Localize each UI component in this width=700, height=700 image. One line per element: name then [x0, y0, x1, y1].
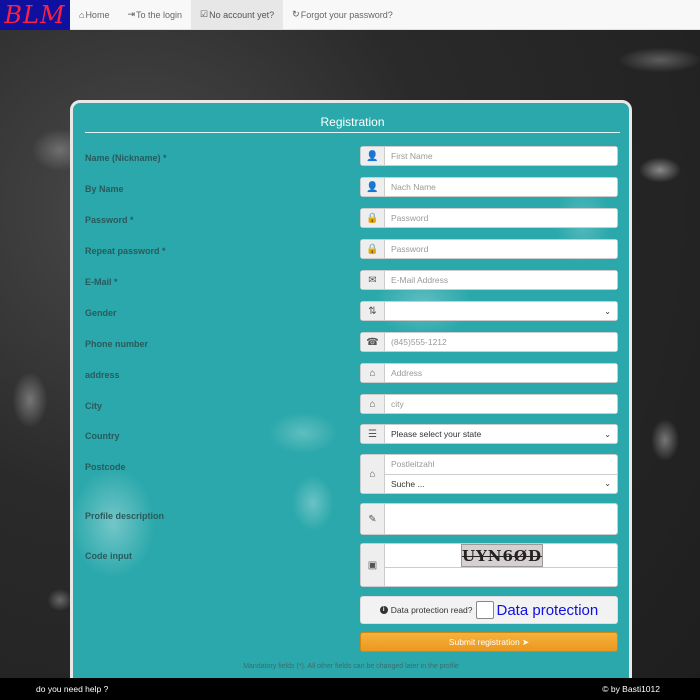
- nav-home[interactable]: ⌂ Home: [70, 0, 118, 29]
- country-select[interactable]: Please select your state ⌄: [385, 425, 617, 443]
- chevron-down-icon: ⌄: [604, 306, 611, 316]
- lock-icon: 🔒: [361, 209, 385, 227]
- byname-label: By Name: [85, 184, 124, 194]
- nav-login-label: To the login: [136, 9, 183, 20]
- address-input[interactable]: Address: [385, 364, 617, 382]
- captcha-area: UYN6ØD: [385, 544, 617, 586]
- postcode-search-value: Suche ...: [391, 478, 425, 489]
- country-label: Country: [85, 431, 120, 441]
- brand-logo[interactable]: BLM: [0, 0, 70, 30]
- lock-icon: 🔒: [361, 240, 385, 258]
- repeat-password-field: 🔒 Password: [360, 239, 618, 259]
- nav-home-label: Home: [85, 9, 110, 20]
- nickname-input[interactable]: First Name: [385, 147, 617, 165]
- footer: do you need help ? © by Basti1012: [0, 678, 700, 700]
- home-icon: ⌂: [361, 364, 385, 382]
- forgot-password-icon: ↻: [292, 9, 300, 19]
- postcode-search-select[interactable]: Suche ... ⌄: [385, 473, 617, 493]
- phone-label: Phone number: [85, 339, 149, 349]
- page-title: Registration: [85, 115, 620, 133]
- pencil-icon: ✎: [361, 504, 385, 534]
- password-label: Password *: [85, 215, 134, 225]
- registration-panel: Registration Name (Nickname) * By Name P…: [70, 100, 632, 690]
- phone-field: ☎ (845)555-1212: [360, 332, 618, 352]
- nav-login[interactable]: ⇥ To the login: [118, 0, 191, 29]
- city-label: City: [85, 401, 103, 411]
- top-navbar: BLM ⌂ Home ⇥ To the login ☑ No account y…: [0, 0, 700, 30]
- repeat-password-input[interactable]: Password: [385, 240, 617, 258]
- gender-select[interactable]: ⌄: [385, 302, 617, 320]
- send-icon: ➤: [519, 636, 530, 647]
- repeat-password-label: Repeat password *: [85, 246, 166, 256]
- data-protection-box: i Data protection read? Data protection: [360, 596, 618, 624]
- nav-forgot-label: Forgot your password?: [300, 9, 393, 20]
- submit-label: Submit registration: [448, 637, 520, 647]
- data-protection-label: Data protection read?: [390, 605, 473, 615]
- user-icon: 👤: [361, 178, 385, 196]
- postcode-input[interactable]: Postleitzahl: [385, 455, 617, 474]
- captcha-field: ▣ UYN6ØD: [360, 543, 618, 587]
- help-link[interactable]: do you need help ?: [36, 684, 108, 694]
- address-field: ⌂ Address: [360, 363, 618, 383]
- password-field: 🔒 Password: [360, 208, 618, 228]
- chevron-down-icon: ⌄: [604, 429, 611, 439]
- user-icon: 👤: [361, 147, 385, 165]
- postcode-label: Postcode: [85, 462, 126, 472]
- submit-registration-button[interactable]: Submit registration ➤: [360, 632, 618, 652]
- check-square-icon: ☑: [200, 9, 209, 19]
- postcode-field: ⌂ Postleitzahl Suche ... ⌄: [360, 454, 618, 494]
- nav-register-label: No account yet?: [209, 9, 275, 20]
- captcha-input[interactable]: [385, 567, 617, 586]
- email-field: ✉ E-Mail Address: [360, 270, 618, 290]
- country-field: ☰ Please select your state ⌄: [360, 424, 618, 444]
- home-icon: ⌂: [361, 395, 385, 413]
- phone-input[interactable]: (845)555-1212: [385, 333, 617, 351]
- city-field: ⌂ city: [360, 394, 618, 414]
- data-protection-link[interactable]: Data protection: [497, 602, 599, 619]
- gender-field: ⇅ ⌄: [360, 301, 618, 321]
- mandatory-footnote: Mandatory fields (*). All other fields c…: [243, 663, 459, 670]
- login-icon: ⇥: [127, 9, 135, 19]
- phone-icon: ☎: [361, 333, 385, 351]
- chevron-down-icon: ⌄: [604, 479, 611, 489]
- home-icon: ⌂: [361, 455, 385, 493]
- envelope-icon: ✉: [361, 271, 385, 289]
- nickname-label: Name (Nickname) *: [85, 153, 167, 163]
- profile-textarea[interactable]: [385, 504, 617, 534]
- address-label: address: [85, 370, 120, 380]
- sort-icon: ⇅: [361, 302, 385, 320]
- nickname-field: 👤 First Name: [360, 146, 618, 166]
- nav-forgot-password[interactable]: ↻ Forgot your password?: [283, 0, 402, 29]
- city-input[interactable]: city: [385, 395, 617, 413]
- profile-field: ✎: [360, 503, 618, 535]
- home-icon: ⌂: [79, 9, 85, 20]
- postcode-stack: Postleitzahl Suche ... ⌄: [385, 455, 617, 493]
- email-label: E-Mail *: [85, 277, 118, 287]
- email-input[interactable]: E-Mail Address: [385, 271, 617, 289]
- gender-label: Gender: [85, 308, 117, 318]
- byname-field: 👤 Nach Name: [360, 177, 618, 197]
- image-icon: ▣: [361, 544, 385, 586]
- captcha-image: UYN6ØD: [461, 544, 543, 567]
- profile-label: Profile description: [85, 511, 165, 521]
- password-input[interactable]: Password: [385, 209, 617, 227]
- code-label: Code input: [85, 551, 132, 561]
- list-icon: ☰: [361, 425, 385, 443]
- nav-register[interactable]: ☑ No account yet?: [191, 0, 284, 29]
- country-value: Please select your state: [391, 429, 482, 439]
- byname-input[interactable]: Nach Name: [385, 178, 617, 196]
- copyright: © by Basti1012: [602, 684, 660, 694]
- data-protection-checkbox[interactable]: [475, 601, 494, 619]
- info-icon: i: [379, 606, 388, 614]
